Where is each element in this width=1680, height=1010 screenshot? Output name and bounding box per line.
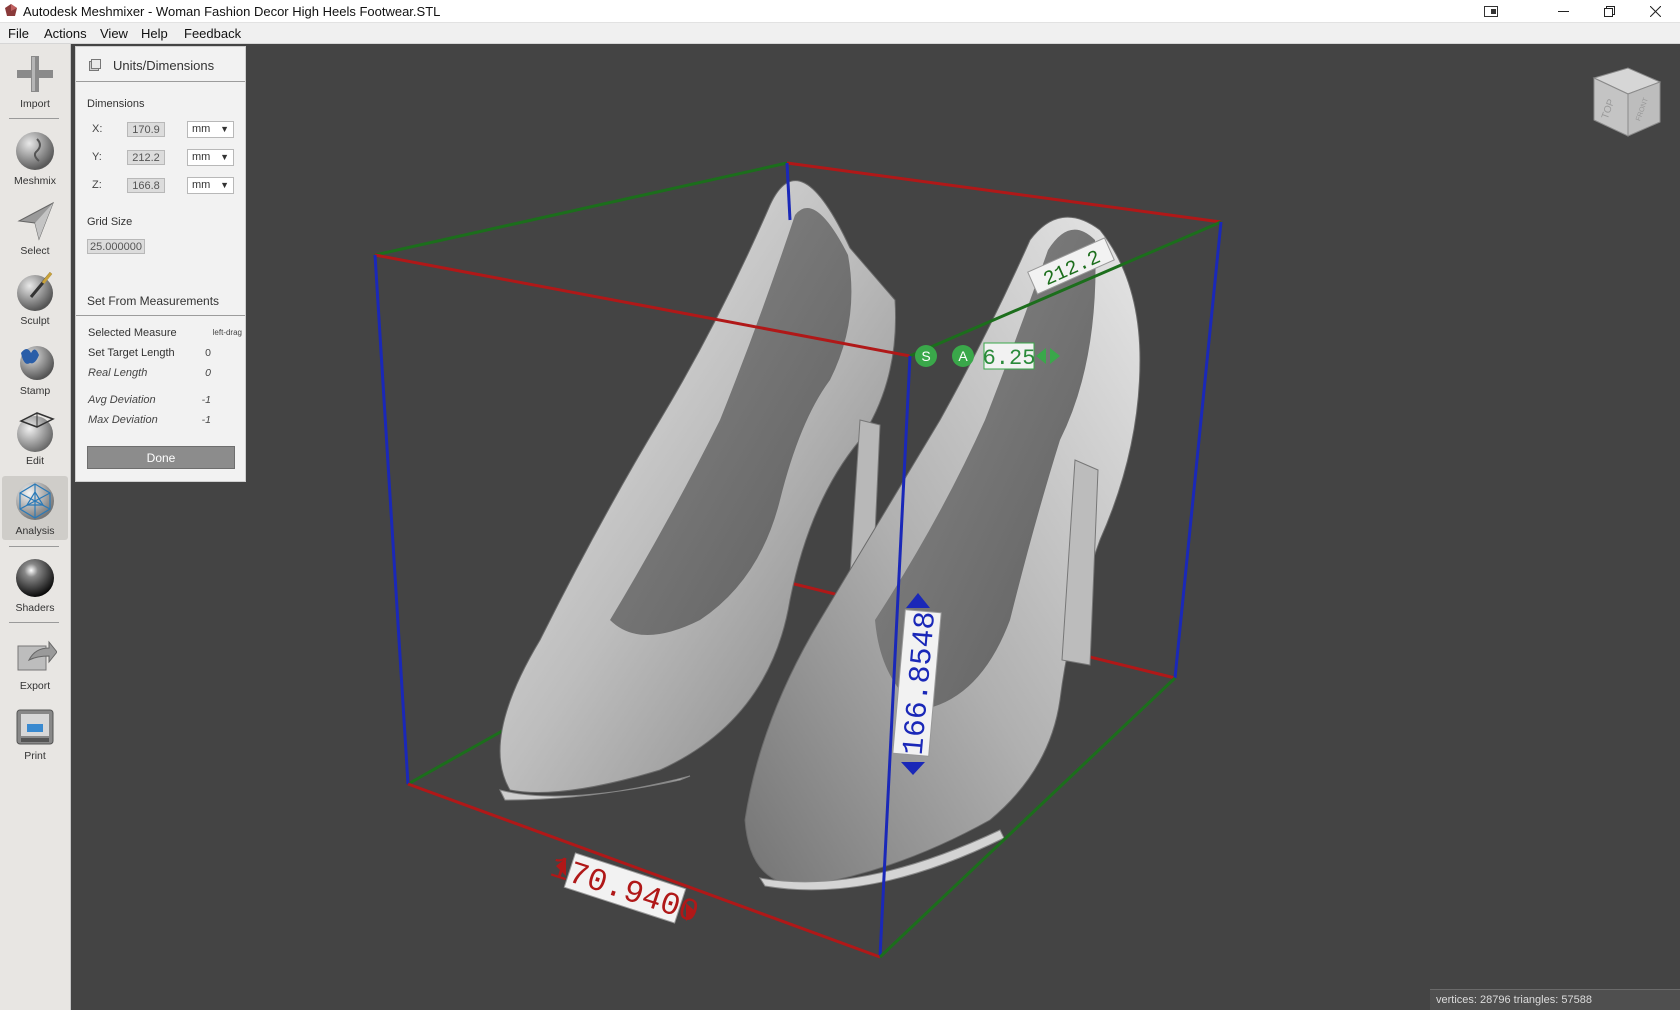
real-length-label: Real Length (88, 367, 148, 379)
menu-help[interactable]: Help (141, 26, 168, 41)
tool-edit[interactable]: Edit (2, 409, 68, 467)
dimensions-heading: Dimensions (87, 98, 145, 110)
status-bar: vertices: 28796 triangles: 57588 (1430, 989, 1680, 1010)
restore-layout-icon[interactable] (1468, 0, 1514, 22)
tool-meshmix[interactable]: Meshmix (2, 129, 68, 187)
tool-sculpt[interactable]: Sculpt (2, 269, 68, 327)
z-unit-select[interactable]: mm ▼ (187, 177, 234, 194)
units-dimensions-panel: Units/Dimensions Dimensions X: 170.9 mm … (75, 46, 246, 482)
done-button[interactable]: Done (87, 446, 235, 469)
menu-actions[interactable]: Actions (44, 26, 87, 41)
avg-deviation-value: -1 (201, 394, 211, 406)
cursor-icon (17, 201, 54, 241)
y-axis-label: Y: (92, 151, 102, 163)
avg-deviation-label: Avg Deviation (88, 394, 156, 406)
y-unit-value: mm (192, 151, 211, 163)
tool-label: Meshmix (13, 175, 56, 187)
menu-view[interactable]: View (100, 26, 128, 41)
tool-import[interactable]: Import (2, 52, 68, 110)
maximize-button[interactable] (1586, 0, 1632, 22)
chevron-down-icon: ▼ (220, 152, 229, 162)
analysis-icon (16, 482, 54, 520)
z-axis-label: Z: (92, 179, 102, 191)
z-unit-value: mm (192, 179, 211, 191)
window-title: Autodesk Meshmixer - Woman Fashion Decor… (23, 4, 441, 19)
export-icon (17, 640, 57, 671)
toolbar-divider (9, 118, 59, 119)
meshmixer-app-icon (5, 4, 17, 16)
tool-label: Analysis (15, 525, 55, 537)
set-from-measurements-heading: Set From Measurements (87, 294, 220, 308)
tool-label: Select (20, 245, 50, 257)
grid-size-heading: Grid Size (87, 216, 133, 228)
y-dimension-field[interactable]: 212.2 (127, 150, 165, 165)
tool-analysis[interactable]: Analysis (2, 476, 68, 540)
snap-a-label: A (958, 348, 968, 364)
toolbar-divider (9, 546, 59, 547)
tool-label: Shaders (15, 602, 55, 614)
tool-label: Edit (25, 455, 45, 467)
chevron-down-icon: ▼ (220, 180, 229, 190)
max-deviation-label: Max Deviation (88, 414, 158, 426)
panel-title: Units/Dimensions (113, 58, 215, 73)
tool-label: Sculpt (20, 315, 50, 327)
panel-collapse-icon[interactable] (89, 59, 101, 71)
menu-file[interactable]: File (8, 26, 29, 41)
x-dimension-field[interactable]: 170.9 (127, 122, 165, 137)
x-axis-label: X: (92, 123, 103, 135)
minimize-button[interactable] (1540, 0, 1586, 22)
scene-canvas[interactable]: 170.9400 166.8548 212.2 S A 6.25 TOP FRO… (71, 44, 1680, 1010)
menu-bar: File Actions View Help Feedback (0, 23, 1680, 44)
tool-select[interactable]: Select (2, 199, 68, 257)
view-cube[interactable]: TOP FRONT (1592, 67, 1662, 137)
target-length-label: Set Target Length (88, 347, 175, 359)
chevron-down-icon: ▼ (220, 124, 229, 134)
panel-divider (76, 81, 245, 82)
tool-stamp[interactable]: Stamp (2, 339, 68, 397)
max-deviation-value: -1 (201, 414, 211, 426)
plus-icon (17, 56, 53, 92)
real-length-value: 0 (205, 367, 211, 379)
toolbar-divider (9, 622, 59, 623)
printer-icon (16, 709, 54, 745)
dim-x-value: 170.9400 (545, 849, 703, 932)
close-button[interactable] (1632, 0, 1678, 22)
title-bar: Autodesk Meshmixer - Woman Fashion Decor… (0, 0, 1680, 23)
brush-icon (17, 272, 53, 311)
snap-s-label: S (921, 348, 930, 364)
x-unit-select[interactable]: mm ▼ (187, 121, 234, 138)
selected-measure-label: Selected Measure (88, 327, 177, 339)
shader-sphere-icon (16, 559, 54, 597)
tool-sidebar: Import Meshmix Select Sculpt Stamp Edit … (0, 44, 71, 1010)
stamp-icon (20, 346, 54, 380)
z-dimension-field[interactable]: 166.8 (127, 178, 165, 193)
menu-feedback[interactable]: Feedback (184, 26, 241, 41)
y-unit-select[interactable]: mm ▼ (187, 149, 234, 166)
tool-print[interactable]: Print (2, 704, 68, 762)
tool-label: Print (24, 750, 46, 762)
tool-label: Import (20, 98, 50, 110)
edit-icon (17, 412, 55, 452)
x-unit-value: mm (192, 123, 211, 135)
panel-divider (76, 315, 245, 316)
3d-viewport[interactable]: 170.9400 166.8548 212.2 S A 6.25 TOP FRO… (71, 44, 1680, 1010)
meshmix-icon (16, 132, 54, 170)
tool-shaders[interactable]: Shaders (2, 556, 68, 614)
grid-size-field[interactable]: 25.000000 (87, 239, 145, 254)
snap-value: 6.25 (983, 346, 1036, 371)
tool-label: Stamp (19, 385, 51, 397)
target-length-value[interactable]: 0 (205, 347, 211, 359)
tool-label: Export (19, 680, 51, 692)
dimension-x-label[interactable]: 170.9400 (545, 847, 703, 932)
selected-measure-value: left-drag (212, 328, 242, 337)
tool-export[interactable]: Export (2, 634, 68, 692)
